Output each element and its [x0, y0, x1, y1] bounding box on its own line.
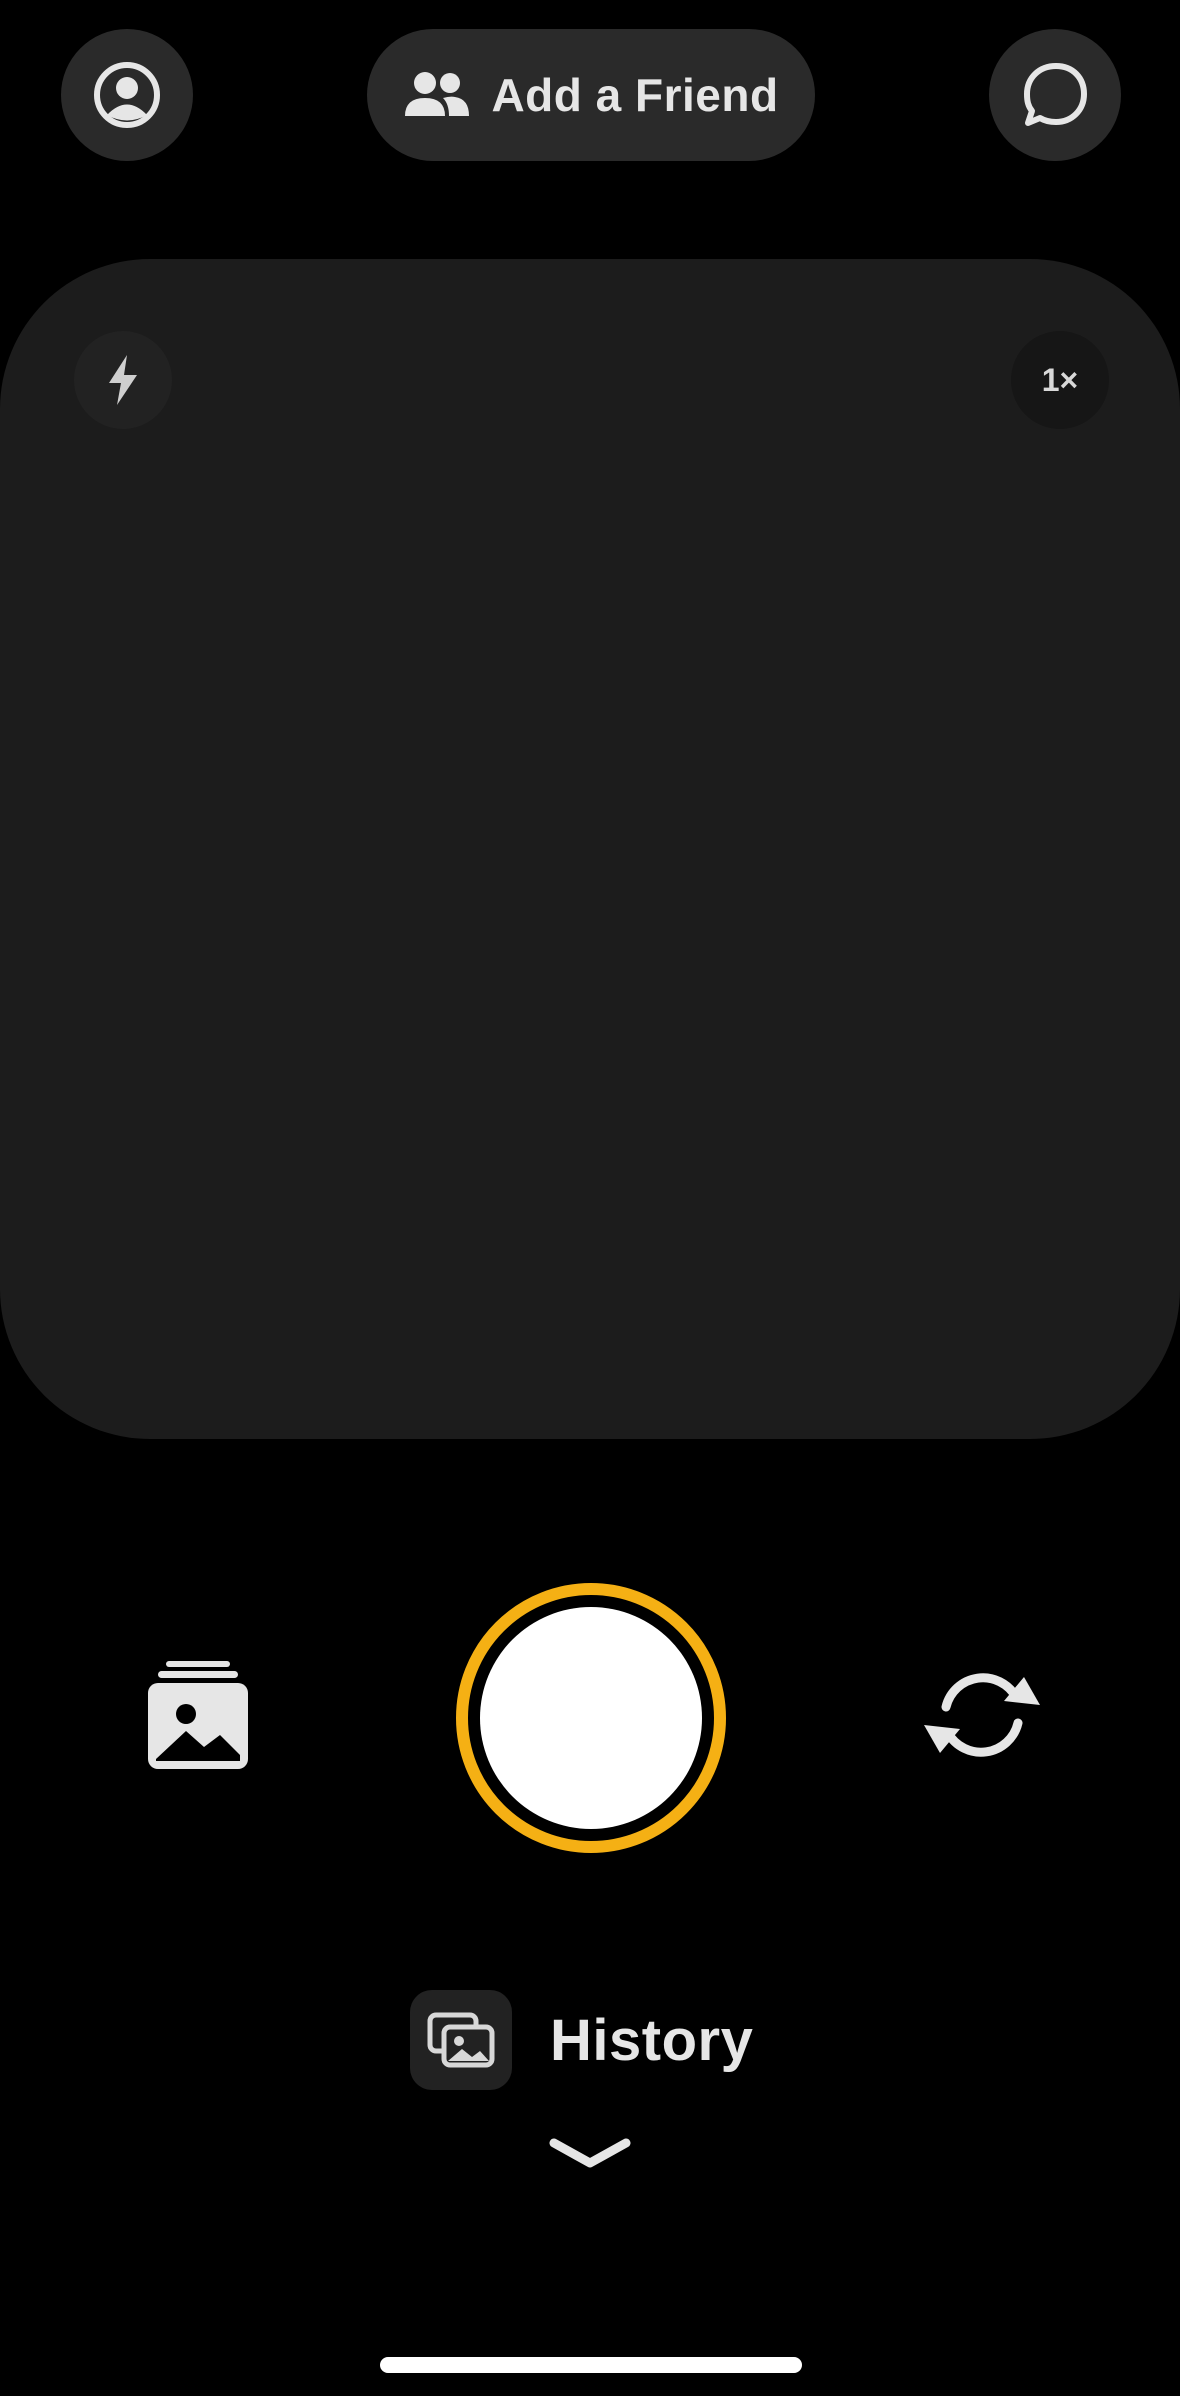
add-friend-button[interactable]: Add a Friend: [367, 29, 815, 161]
flip-camera-button[interactable]: [920, 1658, 1044, 1772]
shutter-button[interactable]: [456, 1583, 726, 1853]
flash-icon: [109, 355, 137, 405]
chat-bubble-icon: [1024, 63, 1087, 126]
gallery-button[interactable]: [140, 1655, 255, 1775]
profile-button[interactable]: [61, 29, 193, 161]
gallery-icon: [147, 1661, 248, 1769]
flash-button[interactable]: [74, 331, 172, 429]
chat-button[interactable]: [989, 29, 1121, 161]
flip-camera-icon: [924, 1673, 1040, 1757]
history-button[interactable]: History: [410, 1990, 753, 2090]
friends-icon: [405, 72, 470, 116]
profile-icon: [94, 62, 160, 128]
chevron-down-icon[interactable]: [548, 2135, 632, 2171]
history-label: History: [550, 2007, 754, 2073]
photos-icon: [427, 2012, 495, 2068]
history-icon-box: [410, 1990, 512, 2090]
shutter-inner: [480, 1607, 702, 1829]
camera-viewfinder[interactable]: 1×: [0, 259, 1180, 1439]
add-friend-label: Add a Friend: [491, 69, 779, 121]
home-indicator[interactable]: [380, 2357, 802, 2373]
zoom-button[interactable]: 1×: [1011, 331, 1109, 429]
